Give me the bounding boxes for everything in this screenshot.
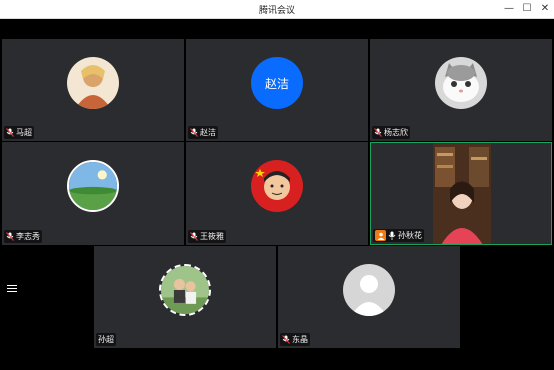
mic-muted-icon	[190, 128, 198, 137]
participant-tile[interactable]: 东晶	[278, 246, 460, 348]
participant-name: 东晶	[292, 335, 308, 344]
window-title: 腾讯会议	[258, 6, 295, 16]
maximize-button[interactable]: ☐	[520, 2, 534, 16]
participant-name: 孙超	[98, 335, 114, 344]
name-tag: 马超	[4, 126, 34, 139]
initials-avatar: 赵洁	[251, 57, 303, 109]
cartoon-boy-avatar-icon	[251, 160, 303, 212]
participant-name: 马超	[16, 128, 32, 137]
participant-name: 杨志欣	[384, 128, 408, 137]
participant-tile[interactable]: 杨志欣	[370, 39, 552, 141]
participant-name: 赵洁	[200, 128, 216, 137]
window-titlebar: 腾讯会议 — ☐ ✕	[0, 0, 554, 19]
portrait-avatar-icon	[67, 57, 119, 109]
couple-photo-avatar-icon	[159, 264, 211, 316]
name-tag: 孙超	[96, 333, 116, 346]
participant-tile[interactable]: 马超	[2, 39, 184, 141]
mic-muted-icon	[6, 128, 14, 137]
name-tag: 杨志欣	[372, 126, 410, 139]
participant-tile[interactable]: 李志秀	[2, 142, 184, 245]
mic-muted-icon	[374, 128, 382, 137]
mic-muted-icon	[282, 335, 290, 344]
participant-video	[433, 143, 491, 244]
close-button[interactable]: ✕	[538, 2, 552, 16]
minimize-button[interactable]: —	[502, 2, 516, 16]
mic-muted-icon	[190, 232, 198, 241]
name-tag: 王筱雅	[188, 230, 226, 243]
mic-on-icon	[388, 231, 396, 240]
participant-tile[interactable]: 孙超	[94, 246, 276, 348]
landscape-avatar-icon	[67, 160, 119, 212]
participant-tile[interactable]: 赵洁 赵洁	[186, 39, 368, 141]
name-tag: 李志秀	[4, 230, 42, 243]
meeting-gallery: 马超 赵洁 赵洁 杨志欣 李志秀 王筱雅 孙秋花 孙超 东晶	[0, 19, 554, 370]
mic-muted-icon	[6, 232, 14, 241]
participant-name: 李志秀	[16, 232, 40, 241]
participant-name: 孙秋花	[398, 231, 422, 240]
participant-tile[interactable]: 王筱雅	[186, 142, 368, 245]
active-speaker-tile[interactable]: 孙秋花	[370, 142, 552, 245]
name-tag: 东晶	[280, 333, 310, 346]
host-user-icon	[375, 230, 386, 241]
participant-name: 王筱雅	[200, 232, 224, 241]
cat-avatar-icon	[435, 57, 487, 109]
name-tag: 孙秋花	[373, 229, 424, 242]
list-icon[interactable]	[7, 285, 17, 293]
name-tag: 赵洁	[188, 126, 218, 139]
default-user-avatar-icon	[343, 264, 395, 316]
